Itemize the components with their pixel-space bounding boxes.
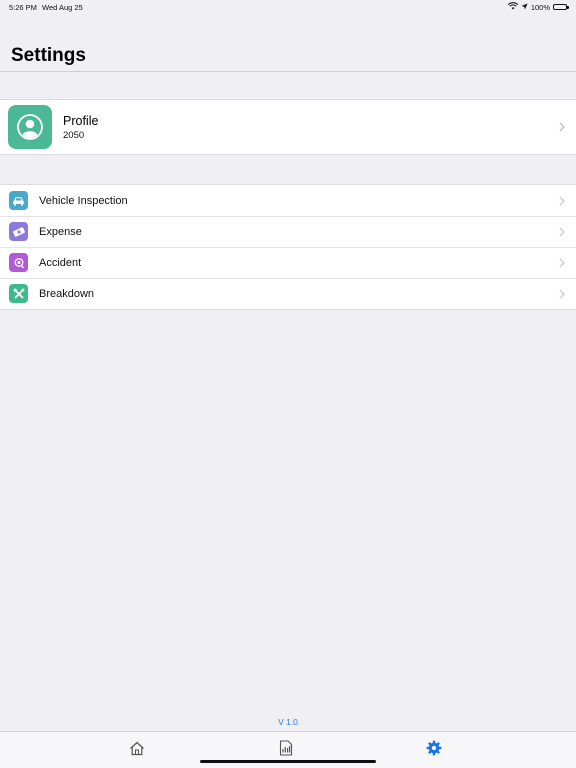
menu-item-accident[interactable]: Accident: [0, 247, 576, 278]
profile-section: Profile 2050: [0, 99, 576, 155]
car-icon: [9, 191, 28, 210]
chevron-right-icon: [559, 227, 565, 236]
menu-item-label: Expense: [39, 225, 82, 238]
tab-home[interactable]: [128, 739, 146, 757]
battery-percent: 100%: [530, 2, 550, 12]
home-indicator[interactable]: [200, 760, 376, 763]
app-version: V 1.0: [278, 717, 298, 727]
battery-icon: [553, 3, 569, 11]
money-icon: [9, 222, 28, 241]
menu-item-breakdown[interactable]: Breakdown: [0, 278, 576, 309]
status-time: 5:26 PM: [9, 3, 37, 12]
title-divider: [0, 71, 576, 72]
tab-settings[interactable]: [425, 739, 443, 757]
menu-item-label: Breakdown: [39, 287, 95, 300]
profile-text: Profile 2050: [63, 114, 98, 141]
wifi-icon: [507, 2, 518, 12]
location-icon: [521, 3, 528, 12]
accident-icon: [9, 253, 28, 272]
status-indicators: 100%: [507, 2, 569, 12]
status-date: Wed Aug 25: [42, 3, 83, 12]
user-avatar-icon: [8, 105, 52, 149]
menu-section: Vehicle Inspection Expense Accident Brea…: [0, 184, 576, 310]
profile-id: 2050: [63, 129, 85, 141]
chevron-right-icon: [559, 258, 565, 267]
menu-item-vehicle-inspection[interactable]: Vehicle Inspection: [0, 185, 576, 216]
gear-icon: [426, 740, 442, 756]
profile-name: Profile: [63, 113, 99, 128]
status-bar: 5:26 PM Wed Aug 25 100%: [0, 0, 576, 14]
tab-reports[interactable]: [277, 739, 295, 757]
page-title: Settings: [11, 45, 86, 66]
tools-icon: [9, 284, 28, 303]
menu-item-expense[interactable]: Expense: [0, 216, 576, 247]
profile-row[interactable]: Profile 2050: [0, 100, 576, 154]
chevron-right-icon: [559, 289, 565, 298]
chevron-right-icon: [559, 196, 565, 205]
menu-item-label: Vehicle Inspection: [39, 194, 128, 207]
chevron-right-icon: [559, 122, 565, 132]
home-icon: [130, 741, 144, 755]
menu-item-label: Accident: [39, 256, 82, 269]
reports-icon: [279, 740, 293, 756]
